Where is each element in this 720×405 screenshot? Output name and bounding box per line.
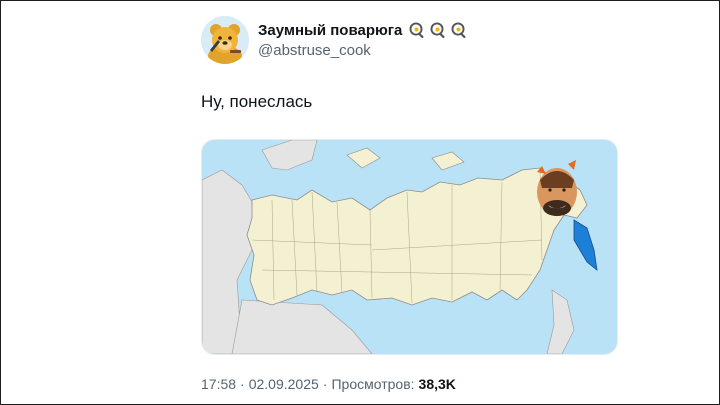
tweet-date[interactable]: 02.09.2025	[249, 376, 319, 392]
screenshot-frame: Заумный поварюга @abstruse_cook Ну, поне…	[0, 0, 720, 405]
tweet-meta: 17:58 · 02.09.2025 · Просмотров: 38,3K	[201, 376, 621, 392]
tweet-media[interactable]	[201, 139, 618, 355]
tweet-text: Ну, понеслась	[201, 92, 313, 111]
display-name[interactable]: Заумный поварюга	[258, 22, 402, 39]
name-emoji-list	[408, 21, 468, 39]
frying-pan-egg-icon	[429, 21, 447, 39]
meta-separator: ·	[322, 376, 328, 392]
avatar[interactable]	[201, 16, 249, 64]
user-handle[interactable]: @abstruse_cook	[258, 42, 468, 59]
frying-pan-egg-icon	[408, 21, 426, 39]
frying-pan-egg-icon	[450, 21, 468, 39]
meta-separator: ·	[240, 376, 245, 392]
views-label: Просмотров:	[331, 376, 415, 392]
bear-chef-avatar-icon	[201, 16, 249, 64]
tweet-header: Заумный поварюга @abstruse_cook	[201, 11, 621, 69]
tweet-author: Заумный поварюга @abstruse_cook	[258, 21, 468, 59]
name-row: Заумный поварюга	[258, 21, 468, 39]
tweet: Заумный поварюга @abstruse_cook Ну, поне…	[201, 11, 621, 392]
tweet-time[interactable]: 17:58	[201, 376, 236, 392]
russia-map-image	[202, 140, 617, 354]
views-count: 38,3K	[418, 376, 456, 392]
